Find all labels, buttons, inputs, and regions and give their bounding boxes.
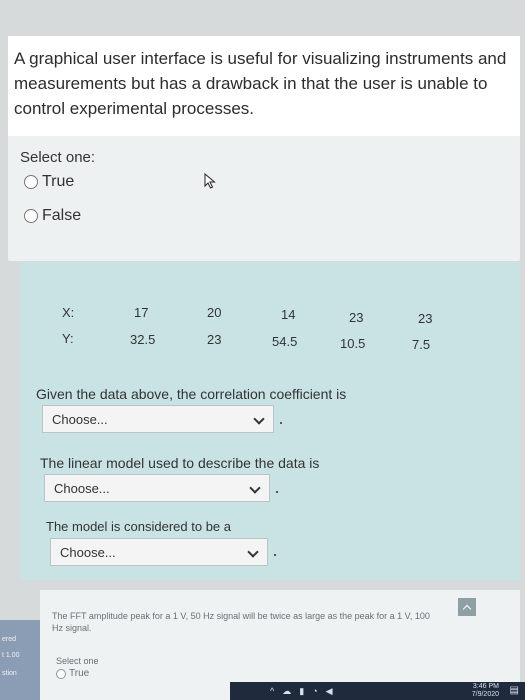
chevron-down-icon	[249, 482, 261, 494]
chevron-down-icon	[247, 546, 259, 558]
wifi-icon[interactable]: ◔	[312, 686, 317, 696]
x-value: 14	[281, 307, 296, 322]
correlation-dropdown[interactable]: Choose...	[42, 405, 274, 433]
radio-option-true[interactable]: True	[24, 173, 74, 191]
select-one-label: Select one	[56, 656, 99, 666]
taskbar: ^ ☁ ▮ ◔ ◀ 3:46 PM 7/9/2020 ▤	[230, 682, 525, 700]
radio-label-true: True	[42, 173, 75, 190]
chevron-up-icon	[462, 604, 472, 613]
linear-model-dropdown[interactable]: Choose...	[44, 474, 270, 502]
question-text-box: A graphical user interface is useful for…	[8, 36, 520, 136]
dropdown-value: Choose...	[54, 480, 110, 496]
y-value: 7.5	[412, 337, 431, 352]
mouse-pointer-icon	[204, 173, 216, 189]
x-value: 23	[349, 310, 364, 325]
clock-date: 7/9/2020	[471, 691, 499, 698]
fft-question-text: The FFT amplitude peak for a 1 V, 50 Hz …	[52, 611, 430, 633]
clock[interactable]: 3:46 PM 7/9/2020	[472, 683, 499, 699]
dropdown-value: Choose...	[52, 411, 108, 427]
linear-model-prompt: The linear model used to describe the da…	[40, 455, 320, 471]
period-mark	[280, 422, 282, 424]
model-type-prompt: The model is considered to be a	[46, 519, 231, 534]
y-value: 32.5	[130, 332, 156, 347]
chevron-down-icon	[253, 413, 265, 425]
x-value: 23	[418, 311, 433, 326]
notification-icon[interactable]: ▤	[510, 685, 519, 696]
cloud-icon[interactable]: ☁	[282, 686, 291, 697]
correlation-prompt: Given the data above, the correlation co…	[36, 386, 347, 402]
period-mark	[274, 554, 276, 556]
nav-label: t 1.00	[2, 652, 20, 659]
nav-label: ered	[2, 636, 17, 643]
model-type-dropdown[interactable]: Choose...	[50, 538, 268, 566]
y-value: 10.5	[340, 336, 366, 351]
radio-button[interactable]	[24, 209, 38, 223]
nav-label: stion	[2, 670, 17, 677]
y-value: 54.5	[272, 334, 298, 349]
dropdown-value: Choose...	[60, 544, 116, 560]
x-value: 20	[207, 305, 222, 320]
period-mark	[276, 491, 278, 493]
battery-icon[interactable]: ▮	[299, 686, 304, 697]
radio-option-false[interactable]: False	[24, 207, 81, 225]
question-card: A graphical user interface is useful for…	[8, 36, 520, 261]
data-question-card: X: 17 20 14 23 23 Y: 32.5 23 54.5 10.5 7…	[20, 262, 520, 580]
chevron-up-icon[interactable]: ^	[270, 686, 274, 696]
radio-button[interactable]	[24, 175, 38, 189]
question-text: A graphical user interface is useful for…	[14, 49, 507, 118]
radio-label-true: True	[69, 668, 90, 679]
volume-icon[interactable]: ◀	[326, 686, 333, 697]
select-one-label: Select one:	[20, 149, 96, 166]
radio-button[interactable]	[56, 668, 66, 679]
x-row-label: X:	[62, 305, 75, 320]
y-value: 23	[207, 332, 222, 347]
x-value: 17	[134, 305, 149, 320]
radio-option-true[interactable]: True	[56, 668, 89, 679]
quiz-nav-strip: ered t 1.00 stion	[0, 620, 40, 700]
y-row-label: Y:	[62, 331, 74, 346]
clock-time: 3:46 PM	[472, 683, 499, 690]
collapse-button[interactable]	[458, 598, 476, 616]
radio-label-false: False	[42, 207, 82, 224]
